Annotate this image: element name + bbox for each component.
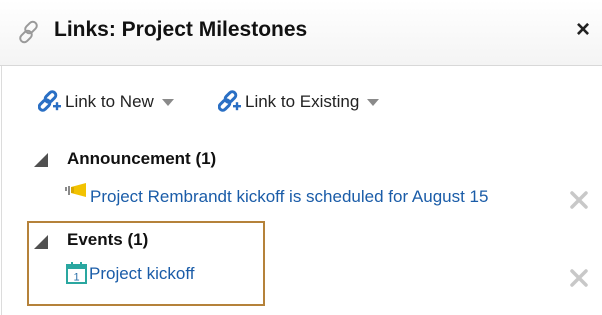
link-to-new-button[interactable]: Link to New <box>38 88 174 116</box>
collapse-triangle-icon[interactable] <box>34 153 48 167</box>
announcement-heading: Announcement (1) <box>67 149 217 168</box>
link-to-existing-label: Link to Existing <box>245 92 360 111</box>
link-to-existing-button[interactable]: Link to Existing <box>218 88 380 116</box>
event-link[interactable]: Project kickoff <box>89 264 195 284</box>
chevron-down-icon[interactable] <box>161 98 174 106</box>
announcement-link[interactable]: Project Rembrandt kickoff is scheduled f… <box>90 187 488 207</box>
collapse-triangle-icon[interactable] <box>34 235 48 249</box>
link-to-new-label: Link to New <box>65 92 154 111</box>
add-link-icon <box>38 90 61 112</box>
calendar-day: 1 <box>73 272 79 284</box>
panel-border <box>1 66 2 315</box>
megaphone-icon <box>65 183 86 197</box>
remove-link-icon[interactable] <box>568 189 590 211</box>
link-icon <box>19 20 38 44</box>
events-heading: Events (1) <box>67 230 149 249</box>
remove-link-icon[interactable] <box>568 267 590 289</box>
add-link-icon <box>218 90 241 112</box>
calendar-icon: 1 <box>66 262 87 284</box>
close-button[interactable]: × <box>571 17 595 43</box>
chevron-down-icon[interactable] <box>367 98 380 106</box>
panel-title: Links: Project Milestones <box>54 18 308 41</box>
